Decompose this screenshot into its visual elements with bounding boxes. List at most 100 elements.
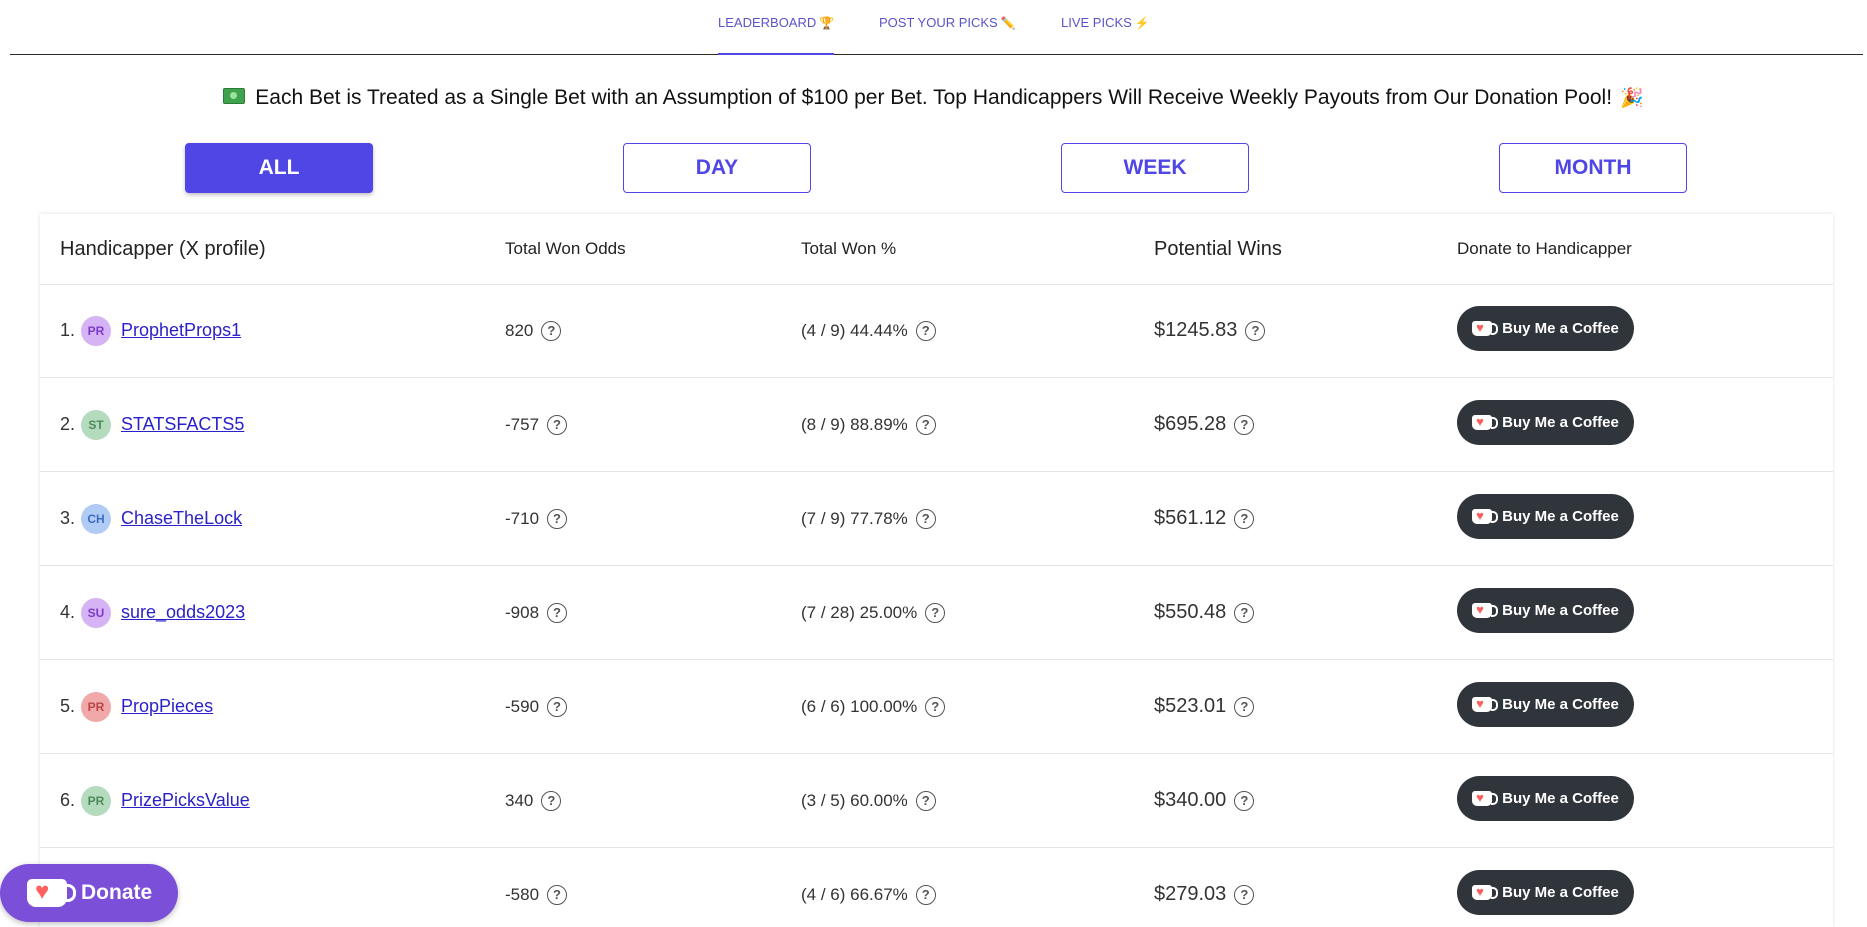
filter-week-button[interactable]: WEEK [1061,143,1249,193]
total-won-pct-value: (7 / 9) 77.78% [801,508,908,528]
help-icon[interactable]: ? [915,320,936,341]
total-won-odds-value: 340 [505,790,534,810]
potential-wins-cell: $1245.83? [1154,284,1266,377]
coffee-cup-icon [1472,508,1499,524]
party-popper-icon: 🎉 [1620,88,1644,109]
tab-leaderboard[interactable]: LEADERBOARD 🏆 [718,0,835,55]
help-icon[interactable]: ? [1234,884,1255,905]
donate-cell: Buy Me a Coffee [1457,472,1634,565]
total-won-odds-cell: 820? [505,284,562,377]
donate-button[interactable]: Donate [0,864,178,922]
help-icon[interactable]: ? [541,320,562,341]
total-won-pct-cell: (8 / 9) 88.89%? [801,378,936,471]
pencil-icon: ✏️ [1000,16,1016,30]
help-icon[interactable]: ? [915,508,936,529]
handicapper-profile-link[interactable]: PropPieces [121,696,213,717]
help-icon[interactable]: ? [1234,508,1255,529]
total-won-pct-cell: (3 / 5) 60.00%? [801,754,936,847]
buy-me-a-coffee-label: Buy Me a Coffee [1502,320,1619,337]
potential-wins-value: $695.28 [1154,413,1227,435]
help-icon[interactable]: ? [547,508,568,529]
donate-cell: Buy Me a Coffee [1457,566,1634,659]
rank-number: 3. [60,508,76,528]
coffee-cup-icon [1472,602,1499,618]
donate-cell: Buy Me a Coffee [1457,848,1634,927]
buy-me-a-coffee-button[interactable]: Buy Me a Coffee [1457,494,1634,539]
help-icon[interactable]: ? [547,602,568,623]
total-won-odds-value: -590 [505,696,540,716]
tab-post-your-picks[interactable]: POST YOUR PICKS ✏️ [879,0,1016,54]
table-row: 3. CH ChaseTheLock -710? (7 / 9) 77.78%? $561… [40,472,1833,566]
rank-number: 4. [60,602,76,622]
top-nav: LEADERBOARD 🏆 POST YOUR PICKS ✏️ LIVE PICK… [10,0,1863,55]
handicapper-cell: 3. CH ChaseTheLock [60,472,242,565]
rank-number: 6. [60,790,76,810]
avatar: PR [81,691,112,722]
help-icon[interactable]: ? [541,790,562,811]
total-won-odds-value: -908 [505,602,540,622]
potential-wins-value: $523.01 [1154,695,1227,717]
rank-number: 1. [60,320,76,340]
total-won-odds-cell: -710? [505,472,568,565]
handicapper-profile-link[interactable]: ChaseTheLock [121,508,242,529]
tab-post-your-picks-label: POST YOUR PICKS [879,15,998,30]
total-won-pct-cell: (7 / 28) 25.00%? [801,566,946,659]
help-icon[interactable]: ? [1234,414,1255,435]
filter-month-button[interactable]: MONTH [1499,143,1687,193]
buy-me-a-coffee-label: Buy Me a Coffee [1502,884,1619,901]
help-icon[interactable]: ? [547,696,568,717]
filter-day-button[interactable]: DAY [623,143,811,193]
total-won-odds-cell: -908? [505,566,568,659]
coffee-cup-icon [1472,320,1499,336]
header-total-won-pct: Total Won % [801,239,897,258]
coffee-cup-icon [1472,884,1499,900]
total-won-pct-value: (6 / 6) 100.00% [801,696,918,716]
trophy-icon: 🏆 [819,16,835,30]
help-icon[interactable]: ? [1245,320,1266,341]
help-icon[interactable]: ? [547,884,568,905]
buy-me-a-coffee-label: Buy Me a Coffee [1502,414,1619,431]
buy-me-a-coffee-button[interactable]: Buy Me a Coffee [1457,870,1634,915]
help-icon[interactable]: ? [915,790,936,811]
handicapper-profile-link[interactable]: sure_odds2023 [121,602,245,623]
total-won-odds-value: 820 [505,320,534,340]
filter-all-button[interactable]: ALL [185,143,373,193]
help-icon[interactable]: ? [1234,696,1255,717]
header-handicapper: Handicapper (X profile) [60,238,266,260]
help-icon[interactable]: ? [915,884,936,905]
avatar: CH [81,503,112,534]
total-won-odds-value: -580 [505,884,540,904]
table-row: 2. ST STATSFACTS5 -757? (8 / 9) 88.89%? $695.… [40,378,1833,472]
help-icon[interactable]: ? [547,414,568,435]
potential-wins-cell: $340.00? [1154,754,1255,847]
total-won-odds-value: -710 [505,508,540,528]
donate-cell: Buy Me a Coffee [1457,754,1634,847]
help-icon[interactable]: ? [925,696,946,717]
total-won-pct-cell: (7 / 9) 77.78%? [801,472,936,565]
buy-me-a-coffee-button[interactable]: Buy Me a Coffee [1457,682,1634,727]
handicapper-profile-link[interactable]: STATSFACTS5 [121,414,244,435]
banner-text: Each Bet is Treated as a Single Bet with… [255,86,1613,109]
buy-me-a-coffee-button[interactable]: Buy Me a Coffee [1457,588,1634,633]
potential-wins-cell: $561.12? [1154,472,1255,565]
avatar: SU [81,597,112,628]
help-icon[interactable]: ? [915,414,936,435]
tab-live-picks[interactable]: LIVE PICKS ⚡ [1061,0,1150,54]
buy-me-a-coffee-button[interactable]: Buy Me a Coffee [1457,306,1634,351]
money-icon [223,88,246,105]
buy-me-a-coffee-button[interactable]: Buy Me a Coffee [1457,776,1634,821]
buy-me-a-coffee-button[interactable]: Buy Me a Coffee [1457,400,1634,445]
avatar: PR [81,785,112,816]
table-row: 1. PR ProphetProps1 820? (4 / 9) 44.44%? $124… [40,284,1833,378]
handicapper-profile-link[interactable]: ProphetProps1 [121,320,241,341]
help-icon[interactable]: ? [1234,602,1255,623]
coffee-cup-icon [1472,696,1499,712]
total-won-pct-value: (3 / 5) 60.00% [801,790,908,810]
potential-wins-value: $550.48 [1154,601,1227,623]
total-won-pct-cell: (4 / 6) 66.67%? [801,848,936,927]
donate-cell: Buy Me a Coffee [1457,378,1634,471]
help-icon[interactable]: ? [925,602,946,623]
handicapper-profile-link[interactable]: PrizePicksValue [121,790,250,811]
kofi-cup-icon [27,878,76,907]
help-icon[interactable]: ? [1234,790,1255,811]
